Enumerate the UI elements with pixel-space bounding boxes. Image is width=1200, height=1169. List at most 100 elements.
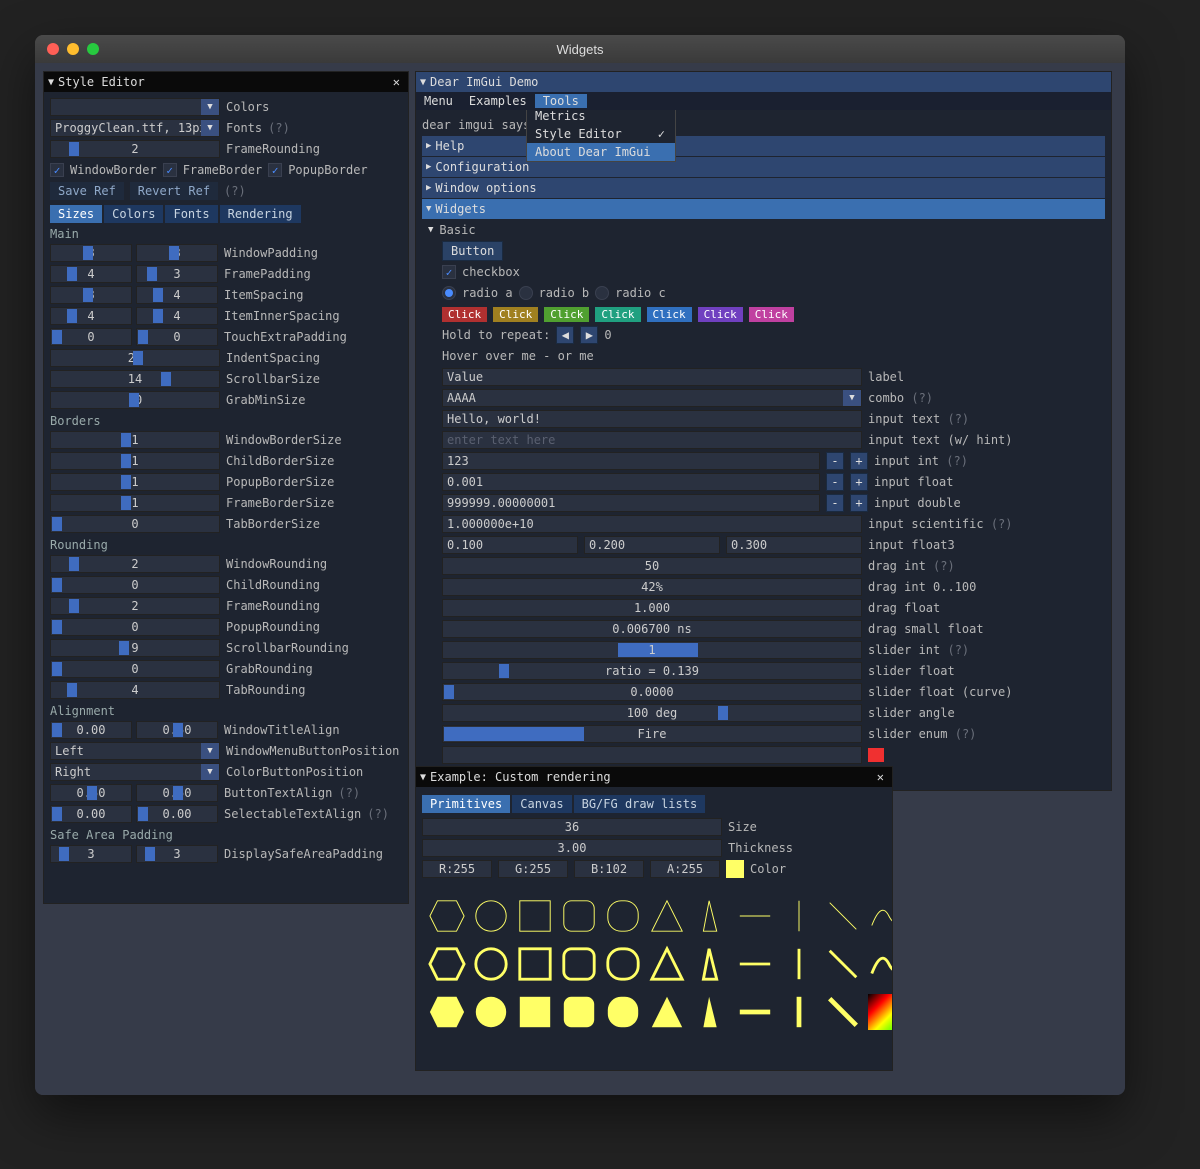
menu-tools[interactable]: Tools bbox=[535, 94, 587, 108]
color-swatch[interactable] bbox=[868, 748, 884, 762]
selectable-text-align-x[interactable]: 0.00 bbox=[50, 805, 132, 823]
drag-int-range-widget[interactable]: 42% bbox=[442, 578, 862, 596]
revert-ref-button[interactable]: Revert Ref bbox=[130, 182, 218, 200]
slider[interactable]: 0 bbox=[50, 660, 220, 678]
slider[interactable]: 1 bbox=[50, 494, 220, 512]
menu-style-editor[interactable]: Style Editor✓ bbox=[527, 125, 675, 143]
click-button[interactable]: Click bbox=[749, 307, 794, 322]
drag-int-widget[interactable]: 50 bbox=[442, 557, 862, 575]
slider[interactable]: 0 bbox=[50, 618, 220, 636]
plus-button[interactable]: + bbox=[850, 494, 868, 512]
demo-titlebar[interactable]: ▼ Dear ImGui Demo bbox=[416, 72, 1111, 92]
menu-button-position-combo[interactable]: Left▼ bbox=[50, 742, 220, 760]
plus-button[interactable]: + bbox=[850, 473, 868, 491]
slider[interactable]: 2 bbox=[50, 597, 220, 615]
checkbox-widget[interactable]: ✓ bbox=[442, 265, 456, 279]
radio-c[interactable] bbox=[595, 286, 609, 300]
slider[interactable]: 8 bbox=[136, 244, 218, 262]
canvas-tab[interactable]: Canvas bbox=[512, 795, 571, 813]
button-widget[interactable]: Button bbox=[442, 241, 503, 261]
button-text-align-y[interactable]: 0.50 bbox=[136, 784, 218, 802]
color-g[interactable]: G:255 bbox=[498, 860, 568, 878]
save-ref-button[interactable]: Save Ref bbox=[50, 182, 124, 200]
slider-enum-widget[interactable]: Fire bbox=[442, 725, 862, 743]
minus-button[interactable]: - bbox=[826, 494, 844, 512]
slider[interactable]: 10 bbox=[50, 391, 220, 409]
close-icon[interactable]: ✕ bbox=[389, 75, 404, 89]
help-icon[interactable]: (?) bbox=[338, 786, 360, 800]
radio-a[interactable] bbox=[442, 286, 456, 300]
slider[interactable]: 4 bbox=[50, 265, 132, 283]
repeat-right-button[interactable]: ▶ bbox=[580, 326, 598, 344]
slider[interactable]: 0 bbox=[50, 576, 220, 594]
drag-small-float-widget[interactable]: 0.006700 ns bbox=[442, 620, 862, 638]
menu-examples[interactable]: Examples bbox=[461, 94, 535, 108]
slider[interactable]: 21 bbox=[50, 349, 220, 367]
drag-float-widget[interactable]: 1.000 bbox=[442, 599, 862, 617]
minus-button[interactable]: - bbox=[826, 452, 844, 470]
thickness-slider[interactable]: 3.00 bbox=[422, 839, 722, 857]
click-button[interactable]: Click bbox=[595, 307, 640, 322]
color-button-position-combo[interactable]: Right▼ bbox=[50, 763, 220, 781]
size-slider[interactable]: 36 bbox=[422, 818, 722, 836]
click-button[interactable]: Click bbox=[442, 307, 487, 322]
bgfg-tab[interactable]: BG/FG draw lists bbox=[574, 795, 706, 813]
color-a[interactable]: A:255 bbox=[650, 860, 720, 878]
input-float-widget[interactable]: 0.001 bbox=[442, 473, 820, 491]
help-icon[interactable]: (?) bbox=[268, 121, 290, 135]
slider[interactable]: 0 bbox=[136, 328, 218, 346]
frame-border-checkbox[interactable]: ✓ bbox=[163, 163, 177, 177]
slider[interactable]: 4 bbox=[136, 286, 218, 304]
slider[interactable]: 9 bbox=[50, 639, 220, 657]
collapse-icon[interactable]: ▼ bbox=[48, 77, 54, 88]
menu-about[interactable]: About Dear ImGui bbox=[527, 143, 675, 161]
slider[interactable]: 4 bbox=[50, 681, 220, 699]
popup-border-checkbox[interactable]: ✓ bbox=[268, 163, 282, 177]
click-button[interactable]: Click bbox=[493, 307, 538, 322]
menu-menu[interactable]: Menu bbox=[416, 94, 461, 108]
input-sci-widget[interactable]: 1.000000e+10 bbox=[442, 515, 862, 533]
input-int-widget[interactable]: 123 bbox=[442, 452, 820, 470]
selectable-text-align-y[interactable]: 0.00 bbox=[136, 805, 218, 823]
window-title-align-y[interactable]: 0.50 bbox=[136, 721, 218, 739]
help-header[interactable]: ▶Help bbox=[422, 136, 1105, 156]
slider[interactable]: 3 bbox=[136, 265, 218, 283]
minus-button[interactable]: - bbox=[826, 473, 844, 491]
color-swatch[interactable] bbox=[726, 860, 744, 878]
slider[interactable]: 8 bbox=[50, 286, 132, 304]
fonts-tab[interactable]: Fonts bbox=[165, 205, 217, 223]
arrow-down-icon[interactable]: ▼ bbox=[428, 225, 433, 235]
widgets-header[interactable]: ▼Widgets bbox=[422, 199, 1105, 219]
slider[interactable]: 0 bbox=[50, 328, 132, 346]
slider[interactable]: 2 bbox=[50, 555, 220, 573]
input-float3-y[interactable]: 0.200 bbox=[584, 536, 720, 554]
help-icon[interactable]: (?) bbox=[224, 184, 246, 198]
window-title-align-x[interactable]: 0.00 bbox=[50, 721, 132, 739]
style-editor-titlebar[interactable]: ▼ Style Editor ✕ bbox=[44, 72, 408, 92]
combo-widget[interactable]: AAAA▼ bbox=[442, 389, 862, 407]
colors-tab[interactable]: Colors bbox=[104, 205, 163, 223]
menu-metrics[interactable]: Metrics bbox=[527, 110, 675, 125]
input-double-widget[interactable]: 999999.00000001 bbox=[442, 494, 820, 512]
radio-b[interactable] bbox=[519, 286, 533, 300]
collapse-icon[interactable]: ▼ bbox=[420, 772, 426, 783]
slider-angle-widget[interactable]: 100 deg bbox=[442, 704, 862, 722]
slider[interactable]: 8 bbox=[50, 244, 132, 262]
fonts-combo[interactable]: ProggyClean.ttf, 13px▼ bbox=[50, 119, 220, 137]
slider[interactable]: 4 bbox=[50, 307, 132, 325]
window-opts-header[interactable]: ▶Window options bbox=[422, 178, 1105, 198]
button-text-align-x[interactable]: 0.50 bbox=[50, 784, 132, 802]
slider[interactable]: 1 bbox=[50, 452, 220, 470]
colors-combo[interactable]: ▼ bbox=[50, 98, 220, 116]
click-button[interactable]: Click bbox=[698, 307, 743, 322]
color-r[interactable]: R:255 bbox=[422, 860, 492, 878]
color-b[interactable]: B:102 bbox=[574, 860, 644, 878]
slider[interactable]: 0 bbox=[50, 515, 220, 533]
slider[interactable]: 14 bbox=[50, 370, 220, 388]
primitives-tab[interactable]: Primitives bbox=[422, 795, 510, 813]
window-border-checkbox[interactable]: ✓ bbox=[50, 163, 64, 177]
input-text-widget[interactable]: Hello, world! bbox=[442, 410, 862, 428]
slider-float-widget[interactable]: ratio = 0.139 bbox=[442, 662, 862, 680]
slider[interactable]: 4 bbox=[136, 307, 218, 325]
slider[interactable]: 1 bbox=[50, 473, 220, 491]
